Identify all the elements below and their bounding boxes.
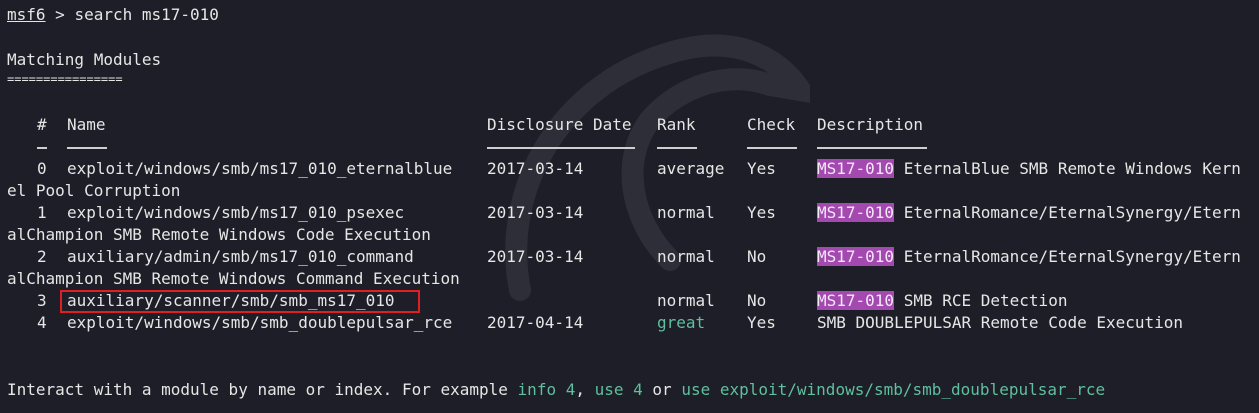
row-rank: normal: [657, 203, 715, 222]
footer-hint: Interact with a module by name or index.…: [7, 379, 1105, 401]
footer-text: or: [642, 380, 682, 399]
row-rank: normal: [657, 247, 715, 266]
row-rank: great: [657, 313, 706, 332]
row-num: 1: [37, 203, 47, 222]
cve-tag: MS17-010: [817, 247, 895, 266]
row-num: 3: [37, 291, 47, 310]
prompt-name: msf6: [7, 5, 46, 24]
header-rule-description: [817, 147, 927, 149]
row-description-text: EternalRomance/EternalSynergy/Etern: [894, 203, 1241, 222]
prompt-command: search ms17-010: [74, 5, 219, 24]
row-rank: average: [657, 159, 725, 178]
row-check: No: [747, 247, 767, 266]
footer-command-info: info 4: [517, 380, 576, 399]
row-description: MS17-010 SMB RCE Detection: [817, 291, 1067, 310]
row-name: exploit/windows/smb/smb_doublepulsar_rce: [67, 313, 453, 332]
header-num: #: [37, 115, 47, 134]
header-check: Check: [747, 115, 796, 134]
section-underline: ================: [7, 72, 123, 86]
row-description-wrap: alChampion SMB Remote Windows Command Ex…: [7, 269, 460, 288]
header-rule-num: [37, 147, 47, 149]
header-name: Name: [67, 115, 106, 134]
row-description-wrap: alChampion SMB Remote Windows Code Execu…: [7, 225, 431, 244]
row-description-text: SMB RCE Detection: [894, 291, 1068, 310]
cve-tag: MS17-010: [817, 159, 895, 178]
row-name: exploit/windows/smb/ms17_010_psexec: [67, 203, 405, 222]
header-rule-check: [747, 147, 797, 149]
row-description: MS17-010 EternalRomance/EternalSynergy/E…: [817, 247, 1241, 266]
row-check: Yes: [747, 313, 776, 332]
header-date: Disclosure Date: [487, 115, 632, 134]
header-rank: Rank: [657, 115, 696, 134]
row-num: 0: [37, 159, 47, 178]
row-description: MS17-010 EternalBlue SMB Remote Windows …: [817, 159, 1241, 178]
row-date: 2017-03-14: [487, 203, 584, 222]
row-date: 2017-04-14: [487, 313, 584, 332]
header-description: Description: [817, 115, 923, 134]
row-description: MS17-010 EternalRomance/EternalSynergy/E…: [817, 203, 1241, 222]
row-num: 2: [37, 247, 47, 266]
footer-text: Interact with a module by name or index.…: [7, 380, 518, 399]
prompt-line: msf6 > search ms17-010: [7, 4, 219, 26]
row-check: Yes: [747, 159, 776, 178]
terminal-window[interactable]: msf6 > search ms17-010 Matching Modules …: [0, 0, 1259, 413]
header-rule-name: [67, 147, 107, 149]
row-rank: normal: [657, 291, 715, 310]
footer-text: ,: [575, 380, 595, 399]
cve-tag: MS17-010: [817, 203, 895, 222]
row-check: Yes: [747, 203, 776, 222]
header-rule-rank: [657, 147, 697, 149]
footer-command-use-index: use 4: [594, 380, 643, 399]
row-check: No: [747, 291, 767, 310]
row-date: 2017-03-14: [487, 159, 584, 178]
row-description-text: EternalRomance/EternalSynergy/Etern: [894, 247, 1241, 266]
footer-command-use-name: use exploit/windows/smb/smb_doublepulsar…: [681, 380, 1106, 399]
row-date: 2017-03-14: [487, 247, 584, 266]
row-description-wrap: el Pool Corruption: [7, 181, 181, 200]
row-name: auxiliary/admin/smb/ms17_010_command: [67, 247, 414, 266]
header-rule-date: [487, 147, 635, 149]
cve-tag: MS17-010: [817, 291, 895, 310]
row-description: SMB DOUBLEPULSAR Remote Code Execution: [817, 313, 1184, 332]
row-name: exploit/windows/smb/ms17_010_eternalblue: [67, 159, 453, 178]
row-description-text: EternalBlue SMB Remote Windows Kern: [894, 159, 1241, 178]
prompt-symbol: >: [45, 5, 75, 24]
selection-highlight-box: [60, 290, 420, 313]
row-num: 4: [37, 313, 47, 332]
